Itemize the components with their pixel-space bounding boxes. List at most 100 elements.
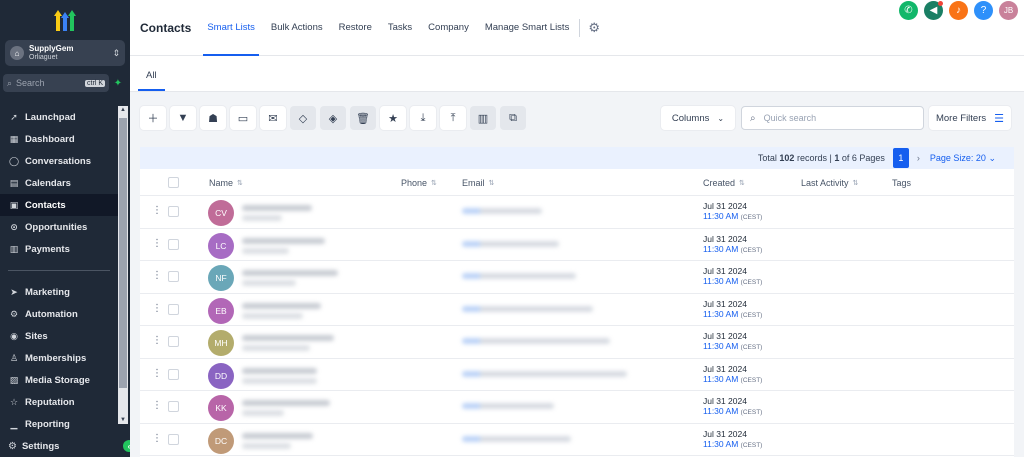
- redacted-email[interactable]: [462, 370, 627, 377]
- user-avatar[interactable]: JB: [999, 1, 1018, 20]
- redacted-name[interactable]: [242, 367, 317, 374]
- quick-action-icon[interactable]: ✦: [111, 78, 125, 89]
- send-sms-button[interactable]: ▭: [230, 106, 256, 130]
- bell-icon[interactable]: ♪: [949, 1, 968, 20]
- contact-avatar[interactable]: NF: [208, 265, 234, 291]
- table-row[interactable]: ⋮ CV Jul 31 2024 11:30 AM (CEST): [140, 196, 1014, 229]
- add-tag-button[interactable]: ◇: [290, 106, 316, 130]
- row-menu-icon[interactable]: ⋮: [152, 238, 162, 249]
- tab-company[interactable]: Company: [428, 0, 469, 56]
- page-1-button[interactable]: 1: [892, 148, 909, 168]
- table-row[interactable]: ⋮ DC Jul 31 2024 11:30 AM (CEST): [140, 424, 1014, 456]
- row-checkbox[interactable]: [168, 271, 179, 282]
- settings-gear-icon[interactable]: ⚙: [588, 20, 600, 36]
- scrollbar-thumb[interactable]: [119, 118, 127, 388]
- tab-smart-lists[interactable]: Smart Lists: [203, 0, 259, 56]
- table-row[interactable]: ⋮ DD Jul 31 2024 11:30 AM (CEST): [140, 359, 1014, 391]
- column-tags[interactable]: Tags: [892, 169, 911, 196]
- account-switcher[interactable]: ⌂ SupplyGem Orliaguet ⇕: [5, 40, 125, 66]
- sidebar-item-dashboard[interactable]: ▦ Dashboard: [0, 128, 118, 150]
- column-last-activity[interactable]: Last Activity ⇅: [801, 169, 858, 196]
- columns-dropdown[interactable]: Columns ⌄: [661, 106, 735, 130]
- redacted-name[interactable]: [242, 237, 325, 244]
- delete-button[interactable]: 🗑: [350, 106, 376, 130]
- table-row[interactable]: ⋮ EB Jul 31 2024 11:30 AM (CEST): [140, 294, 1014, 326]
- sidebar-item-media-storage[interactable]: ▨ Media Storage: [0, 369, 118, 391]
- redacted-email[interactable]: [462, 338, 610, 344]
- send-email-button[interactable]: ✉: [260, 106, 286, 130]
- page-size-dropdown[interactable]: Page Size: 20 ⌄: [930, 153, 996, 164]
- filter-button[interactable]: ▼: [170, 106, 196, 130]
- contact-avatar[interactable]: MH: [208, 330, 234, 356]
- sidebar-item-reporting[interactable]: ▁ Reporting: [0, 413, 118, 435]
- remove-tag-button[interactable]: ◈: [320, 106, 346, 130]
- redacted-name[interactable]: [242, 270, 338, 276]
- redacted-name[interactable]: [242, 205, 312, 211]
- table-row[interactable]: ⋮ LC Jul 31 2024 11:30 AM (CEST): [140, 229, 1014, 261]
- redacted-name[interactable]: [242, 335, 334, 341]
- row-menu-icon[interactable]: ⋮: [152, 400, 162, 411]
- sidebar-item-memberships[interactable]: ♙ Memberships: [0, 347, 118, 369]
- redacted-email[interactable]: [462, 435, 571, 442]
- row-checkbox[interactable]: [168, 401, 179, 412]
- row-checkbox[interactable]: [168, 206, 179, 217]
- automation-button[interactable]: ☗: [200, 106, 226, 130]
- redacted-email[interactable]: [462, 273, 576, 279]
- contact-avatar[interactable]: CV: [208, 200, 234, 226]
- select-all-checkbox[interactable]: [168, 177, 179, 188]
- sidebar-item-conversations[interactable]: ◯ Conversations: [0, 150, 118, 172]
- row-checkbox[interactable]: [168, 433, 179, 445]
- phone-icon[interactable]: ✆: [899, 1, 918, 20]
- scroll-down-icon[interactable]: ▼: [118, 416, 128, 424]
- merge-button[interactable]: ⧉: [500, 106, 526, 130]
- export-button[interactable]: ⤒: [440, 106, 466, 130]
- add-contact-button[interactable]: ＋: [140, 106, 166, 130]
- sidebar-item-automation[interactable]: ⚙ Automation: [0, 303, 118, 325]
- row-menu-icon[interactable]: ⋮: [152, 303, 162, 314]
- row-menu-icon[interactable]: ⋮: [152, 335, 162, 346]
- row-checkbox[interactable]: [168, 303, 179, 315]
- column-created[interactable]: Created ⇅: [703, 169, 745, 196]
- row-menu-icon[interactable]: ⋮: [152, 270, 162, 281]
- table-row[interactable]: ⋮ MH Jul 31 2024 11:30 AM (CEST): [140, 326, 1014, 359]
- redacted-name[interactable]: [242, 432, 313, 439]
- row-menu-icon[interactable]: ⋮: [152, 205, 162, 216]
- column-phone[interactable]: Phone ⇅: [401, 169, 437, 196]
- scroll-up-icon[interactable]: ▲: [118, 106, 128, 114]
- more-filters-button[interactable]: More Filters ☰: [929, 106, 1011, 130]
- tab-restore[interactable]: Restore: [339, 0, 372, 56]
- review-button[interactable]: ★: [380, 106, 406, 130]
- announcement-icon[interactable]: ◀: [924, 1, 943, 20]
- column-email[interactable]: Email ⇅: [462, 169, 494, 196]
- sidebar-item-settings[interactable]: ⚙ Settings ‹: [0, 435, 135, 457]
- redacted-email[interactable]: [462, 240, 559, 247]
- contact-avatar[interactable]: EB: [208, 297, 234, 324]
- column-name[interactable]: Name ⇅: [209, 169, 243, 196]
- contact-avatar[interactable]: LC: [208, 232, 234, 259]
- row-menu-icon[interactable]: ⋮: [152, 433, 162, 444]
- sidebar-item-reputation[interactable]: ☆ Reputation: [0, 391, 118, 413]
- sidebar-item-contacts[interactable]: ▣ Contacts: [0, 194, 118, 216]
- redacted-email[interactable]: [462, 305, 593, 312]
- row-checkbox[interactable]: [168, 368, 179, 380]
- redacted-email[interactable]: [462, 403, 554, 409]
- row-checkbox[interactable]: [168, 238, 179, 250]
- redacted-email[interactable]: [462, 208, 542, 214]
- quick-search-input[interactable]: ⌕ Quick search: [741, 106, 924, 130]
- app-logo[interactable]: [0, 0, 130, 38]
- table-row[interactable]: ⋮ NF Jul 31 2024 11:30 AM (CEST): [140, 261, 1014, 294]
- import-button[interactable]: ⤓: [410, 106, 436, 130]
- redacted-name[interactable]: [242, 400, 330, 406]
- sidebar-item-launchpad[interactable]: ➚ Launchpad: [0, 106, 118, 128]
- tab-tasks[interactable]: Tasks: [388, 0, 412, 56]
- tab-bulk-actions[interactable]: Bulk Actions: [271, 0, 323, 56]
- sidebar-item-calendars[interactable]: ▤ Calendars: [0, 172, 118, 194]
- row-checkbox[interactable]: [168, 336, 179, 347]
- contact-avatar[interactable]: DC: [208, 427, 234, 454]
- sidebar-item-marketing[interactable]: ➤ Marketing: [0, 281, 118, 303]
- add-to-company-button[interactable]: ▥: [470, 106, 496, 130]
- redacted-name[interactable]: [242, 302, 321, 309]
- tab-manage-smart-lists[interactable]: Manage Smart Lists: [485, 0, 569, 56]
- contact-avatar[interactable]: KK: [208, 395, 234, 421]
- table-row[interactable]: ⋮ KK Jul 31 2024 11:30 AM (CEST): [140, 391, 1014, 424]
